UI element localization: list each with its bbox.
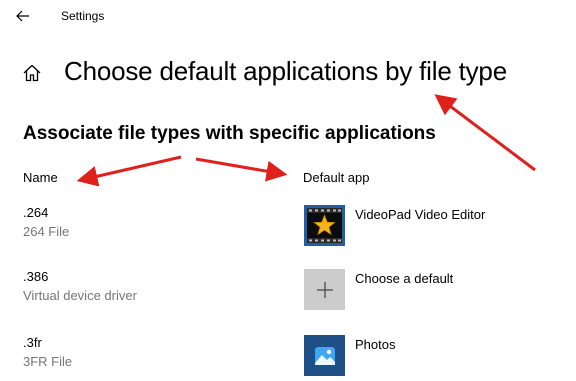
back-arrow-icon <box>16 10 29 22</box>
choose-default-button[interactable]: Choose a default <box>304 269 564 311</box>
home-icon[interactable] <box>22 63 42 83</box>
back-button[interactable] <box>8 3 38 29</box>
settings-window: Settings Choose default applications by … <box>0 0 576 381</box>
page-title: Choose default applications by file type <box>64 56 507 86</box>
file-type-row: .3fr 3FR File Photos <box>0 335 576 381</box>
app-tile <box>304 335 345 376</box>
default-app-button[interactable]: Photos <box>304 335 564 377</box>
file-extension: .386 <box>23 269 49 284</box>
file-extension: .264 <box>23 205 49 220</box>
arrow-to-page-title <box>434 94 536 172</box>
file-type-description: Virtual device driver <box>23 288 137 303</box>
title-bar: Settings <box>0 0 576 32</box>
default-app-button[interactable]: VideoPad Video Editor <box>304 205 564 247</box>
file-type-description: 264 File <box>23 224 70 239</box>
file-type-row: .264 264 File VideoPad Video Editor <box>0 205 576 259</box>
app-tile <box>304 269 345 310</box>
section-title: Associate file types with specific appli… <box>23 123 436 144</box>
arrow-to-name-column <box>76 155 182 187</box>
videopad-star-icon <box>307 208 342 243</box>
file-type-row: .386 Virtual device driver Choose a defa… <box>0 269 576 323</box>
column-header-default-app: Default app <box>303 170 370 185</box>
app-name: Choose a default <box>355 271 454 286</box>
app-tile <box>304 205 345 246</box>
window-title: Settings <box>61 9 105 23</box>
app-name: VideoPad Video Editor <box>355 207 486 222</box>
app-name: Photos <box>355 337 396 352</box>
file-type-description: 3FR File <box>23 354 73 369</box>
arrow-to-default-app-column <box>195 157 288 182</box>
photos-icon <box>314 346 335 365</box>
file-extension: .3fr <box>23 335 42 350</box>
column-header-name: Name <box>23 170 58 185</box>
plus-icon <box>316 281 333 298</box>
